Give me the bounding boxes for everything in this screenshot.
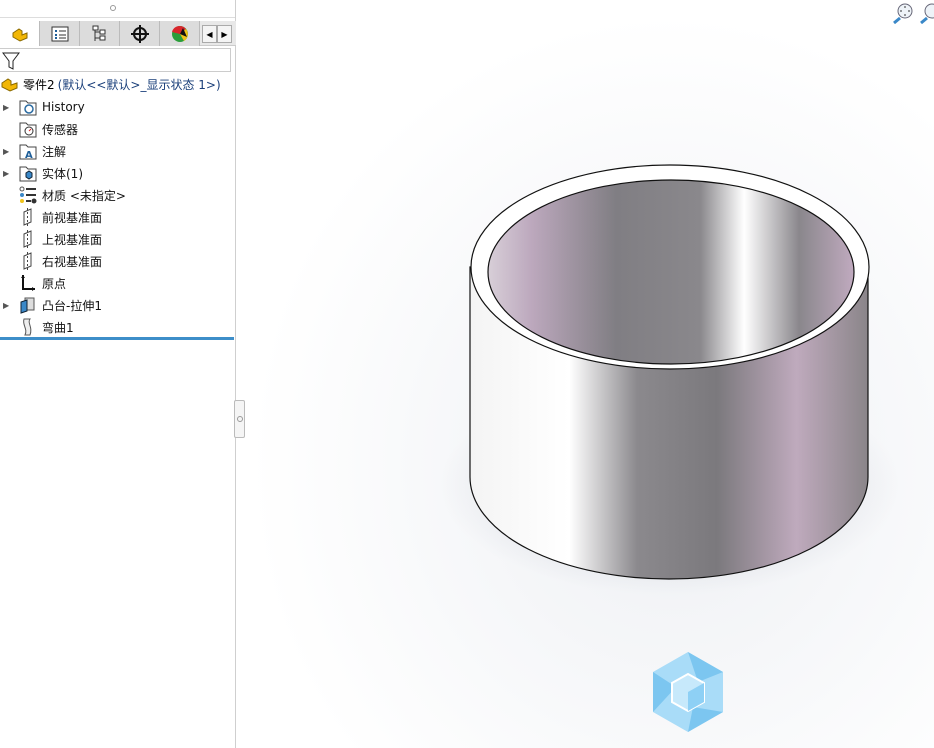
feature-manager-panel: ◀ ▶ 零件2 (默认<<默认>_显示状态 1>) ▶ History 传感器 ▶ A 注解… xyxy=(0,0,236,748)
svg-text:A: A xyxy=(25,150,33,160)
plane-icon xyxy=(19,208,37,226)
tree-item[interactable]: ▶ A 注解 xyxy=(0,140,236,162)
part-config: (默认<<默认>_显示状态 1>) xyxy=(57,77,221,92)
filter-icon xyxy=(2,52,20,70)
tab-scroll-right-button[interactable]: ▶ xyxy=(217,25,232,43)
feature-tree: ▶ History 传感器 ▶ A 注解 ▶ 实体(1) 材质 <未指定> 前视基准面上视基准面右… xyxy=(0,96,236,338)
expand-arrow-icon[interactable]: ▶ xyxy=(3,103,15,112)
tree-item[interactable]: 上视基准面 xyxy=(0,228,236,250)
tree-item[interactable]: 前视基准面 xyxy=(0,206,236,228)
solid-bodies-folder-icon xyxy=(19,164,37,182)
manager-tabs: ◀ ▶ xyxy=(0,21,236,46)
sensor-folder-icon xyxy=(19,120,37,138)
expand-arrow-icon[interactable]: ▶ xyxy=(3,169,15,178)
tree-item-label: History xyxy=(42,100,85,114)
expand-arrow-icon[interactable]: ▶ xyxy=(3,301,15,310)
graphics-viewport[interactable] xyxy=(237,0,934,748)
tree-item-label: 弯曲1 xyxy=(42,320,74,335)
extrude-icon xyxy=(19,296,37,314)
app-logo xyxy=(653,652,723,732)
plane-icon xyxy=(19,230,37,248)
tree-item[interactable]: ▶ 实体(1) xyxy=(0,162,236,184)
part-icon xyxy=(1,78,18,92)
part-name: 零件2 xyxy=(23,77,55,92)
plane-icon xyxy=(19,252,37,270)
tree-item-label: 凸台-拉伸1 xyxy=(42,298,102,313)
origin-icon xyxy=(19,274,37,292)
tab-configuration-manager[interactable] xyxy=(80,21,120,46)
tab-dimxpert-manager[interactable] xyxy=(120,21,160,46)
tree-item-label: 实体(1) xyxy=(42,166,83,181)
rollback-bar[interactable] xyxy=(0,337,234,340)
expand-arrow-icon[interactable]: ▶ xyxy=(3,147,15,156)
tree-item[interactable]: 原点 xyxy=(0,272,236,294)
zoom-to-area-icon[interactable] xyxy=(920,2,934,24)
tab-feature-manager[interactable] xyxy=(0,21,40,46)
tree-item-label: 传感器 xyxy=(42,122,79,137)
zoom-to-fit-icon[interactable] xyxy=(892,2,914,24)
tree-filter[interactable] xyxy=(0,48,231,72)
tree-item-label: 材质 <未指定> xyxy=(42,188,126,203)
model-view xyxy=(237,0,934,748)
annotation-folder-icon: A xyxy=(19,142,37,160)
tree-item-label: 右视基准面 xyxy=(42,254,103,269)
tab-scroll-left-button[interactable]: ◀ xyxy=(202,25,217,43)
tree-item[interactable]: 传感器 xyxy=(0,118,236,140)
history-folder-icon xyxy=(19,98,37,116)
tree-item-label: 上视基准面 xyxy=(42,232,103,247)
part-root[interactable]: 零件2 (默认<<默认>_显示状态 1>) xyxy=(0,75,221,93)
tree-item[interactable]: ▶ History xyxy=(0,96,236,118)
tree-item[interactable]: 弯曲1 xyxy=(0,316,236,338)
panel-grip[interactable] xyxy=(0,0,235,18)
tree-item[interactable]: ▶ 凸台-拉伸1 xyxy=(0,294,236,316)
material-icon xyxy=(19,186,37,204)
tab-display-manager[interactable] xyxy=(160,21,200,46)
tree-item-label: 前视基准面 xyxy=(42,210,103,225)
tree-item-label: 注解 xyxy=(42,144,67,159)
flex-icon xyxy=(19,318,37,336)
tree-item-label: 原点 xyxy=(42,276,67,291)
tree-item[interactable]: 材质 <未指定> xyxy=(0,184,236,206)
tree-item[interactable]: 右视基准面 xyxy=(0,250,236,272)
tab-property-manager[interactable] xyxy=(40,21,80,46)
